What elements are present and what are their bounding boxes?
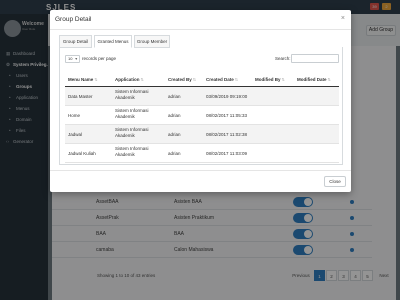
menu-name: Home (68, 113, 81, 118)
table-row[interactable]: Jadwal Kuliah Sistem Informasi Akademik … (65, 144, 339, 163)
records-per-page-label: records per page (82, 56, 117, 61)
group-detail-modal: Group Detail × Group Detail Granted Menu… (50, 10, 351, 192)
created-by: adrian (168, 113, 181, 118)
close-icon[interactable]: × (341, 15, 345, 23)
search-label: Search: (275, 56, 291, 61)
tab-granted-menus[interactable]: Granted Menus (94, 35, 132, 48)
created-date: 08/02/2017 11:03:09 (206, 151, 247, 156)
close-button[interactable]: Close (324, 176, 346, 187)
created-date: 08/02/2017 11:02:38 (206, 132, 247, 137)
application-line1: Sistem Informasi (115, 89, 149, 94)
modal-header: Group Detail × (50, 10, 351, 30)
table-row[interactable]: Data Master Sistem Informasi Akademik ad… (65, 87, 339, 106)
table-row[interactable]: Jadwal Sistem Informasi Akademik adrian … (65, 125, 339, 144)
column-header[interactable]: Created Date⇅ (206, 77, 238, 82)
menu-name: Jadwal Kuliah (68, 151, 96, 156)
search-input[interactable] (291, 54, 339, 63)
modal-footer: Close (50, 170, 351, 192)
menu-name: Jadwal (68, 132, 83, 137)
column-header[interactable]: Menu Name⇅ (68, 77, 98, 82)
modal-title: Group Detail (55, 16, 92, 23)
table-header: Menu Name⇅ Application⇅ Created By⇅ Crea… (65, 74, 339, 87)
created-by: adrian (168, 151, 181, 156)
records-per-page-select[interactable]: 10 ▼ (65, 55, 80, 63)
column-header[interactable]: Modified By⇅ (255, 77, 285, 82)
application-line2: Akademik (115, 152, 135, 157)
created-by: adrian (168, 94, 181, 99)
chevron-down-icon: ▼ (74, 57, 78, 61)
application-line1: Sistem Informasi (115, 127, 149, 132)
application-line2: Akademik (115, 95, 135, 100)
column-header[interactable]: Application⇅ (115, 77, 144, 82)
application-line1: Sistem Informasi (115, 146, 149, 151)
created-date: 08/02/2017 11:05:33 (206, 113, 247, 118)
application-line1: Sistem Informasi (115, 108, 149, 113)
column-header[interactable]: Modified Date⇅ (297, 77, 331, 82)
column-header[interactable]: Created By⇅ (168, 77, 196, 82)
granted-menus-panel: 10 ▼ records per page Search: Menu Name⇅… (59, 47, 343, 165)
created-by: adrian (168, 132, 181, 137)
records-per-page-value: 10 (68, 56, 73, 61)
application-line2: Akademik (115, 133, 135, 138)
table-row[interactable]: Home Sistem Informasi Akademik adrian 08… (65, 106, 339, 125)
created-date: 03/09/2019 09:19:00 (206, 94, 248, 99)
application-line2: Akademik (115, 114, 135, 119)
menu-name: Data Master (68, 94, 93, 99)
